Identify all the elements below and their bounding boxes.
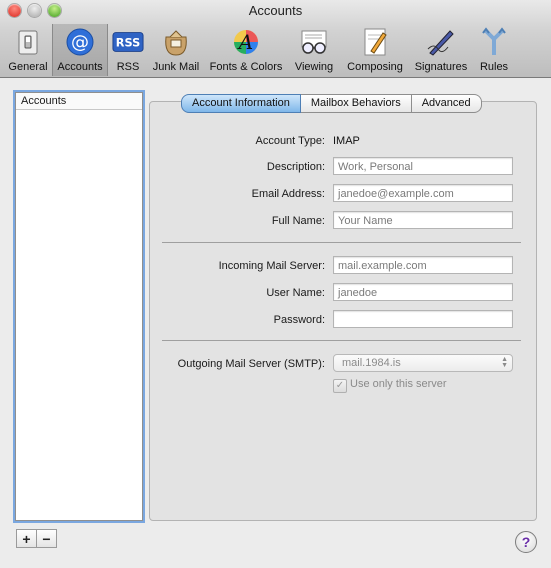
smtp-server-popup[interactable]: mail.1984.is ▲ ▼ xyxy=(333,354,513,372)
preferences-window: Accounts General @ Accounts RSS RSS Junk… xyxy=(0,0,551,568)
tab-account-information[interactable]: Account Information xyxy=(181,94,301,113)
fonts-colors-icon: A xyxy=(230,26,262,58)
junk-mail-bag-icon xyxy=(160,26,192,58)
general-switch-icon xyxy=(12,26,44,58)
account-type-value: IMAP xyxy=(333,135,360,147)
description-field[interactable]: Work, Personal xyxy=(333,157,513,175)
toolbar-general[interactable]: General xyxy=(4,24,52,76)
password-field[interactable] xyxy=(333,310,513,328)
tab-mailbox-behaviors[interactable]: Mailbox Behaviors xyxy=(300,94,412,113)
email-address-field[interactable]: janedoe@example.com xyxy=(333,184,513,202)
full-name-label: Full Name: xyxy=(271,215,325,227)
preferences-toolbar: General @ Accounts RSS RSS Junk Mail A F… xyxy=(4,24,516,76)
use-only-this-server-checkbox[interactable]: ✓ xyxy=(333,379,347,393)
incoming-server-field[interactable]: mail.example.com xyxy=(333,256,513,274)
svg-text:@: @ xyxy=(71,32,89,53)
separator xyxy=(162,242,521,243)
list-controls: + − xyxy=(16,529,57,548)
title-bar: Accounts General @ Accounts RSS RSS Junk… xyxy=(0,0,551,78)
email-address-label: Email Address: xyxy=(251,188,325,200)
smtp-server-value: mail.1984.is xyxy=(342,357,401,369)
user-name-field[interactable]: janedoe xyxy=(333,283,513,301)
popup-arrows-icon: ▲ ▼ xyxy=(501,356,508,369)
viewing-glasses-icon xyxy=(298,26,330,58)
rules-arrows-icon xyxy=(478,26,510,58)
toolbar-accounts[interactable]: @ Accounts xyxy=(52,24,108,76)
toolbar-junk-mail[interactable]: Junk Mail xyxy=(148,24,204,76)
window-title: Accounts xyxy=(248,3,303,18)
toolbar-rss[interactable]: RSS RSS xyxy=(108,24,148,76)
composing-pencil-icon xyxy=(359,26,391,58)
toolbar-composing[interactable]: Composing xyxy=(340,24,410,76)
rss-icon: RSS xyxy=(112,26,144,58)
full-name-field[interactable]: Your Name xyxy=(333,211,513,229)
use-only-this-server-label: Use only this server xyxy=(350,378,447,390)
accounts-list-header: Accounts xyxy=(16,93,142,110)
accounts-list[interactable]: Accounts xyxy=(15,92,143,521)
remove-account-button[interactable]: − xyxy=(37,529,57,548)
add-account-button[interactable]: + xyxy=(16,529,37,548)
svg-text:RSS: RSS xyxy=(116,37,140,50)
toolbar-signatures[interactable]: Signatures xyxy=(410,24,472,76)
settings-tabs: Account Information Mailbox Behaviors Ad… xyxy=(181,94,482,113)
user-name-label: User Name: xyxy=(266,287,325,299)
svg-text:A: A xyxy=(237,30,253,54)
toolbar-rules[interactable]: Rules xyxy=(472,24,516,76)
incoming-server-label: Incoming Mail Server: xyxy=(218,260,325,272)
password-label: Password: xyxy=(273,314,325,326)
account-type-label: Account Type: xyxy=(255,135,325,147)
smtp-label: Outgoing Mail Server (SMTP): xyxy=(177,358,325,370)
at-sign-icon: @ xyxy=(64,26,96,58)
toolbar-fonts-colors[interactable]: A Fonts & Colors xyxy=(204,24,288,76)
signature-pen-icon xyxy=(425,26,457,58)
separator xyxy=(162,340,521,341)
help-button[interactable]: ? xyxy=(515,531,537,553)
tab-advanced[interactable]: Advanced xyxy=(411,94,482,113)
description-label: Description: xyxy=(266,161,325,173)
toolbar-viewing[interactable]: Viewing xyxy=(288,24,340,76)
